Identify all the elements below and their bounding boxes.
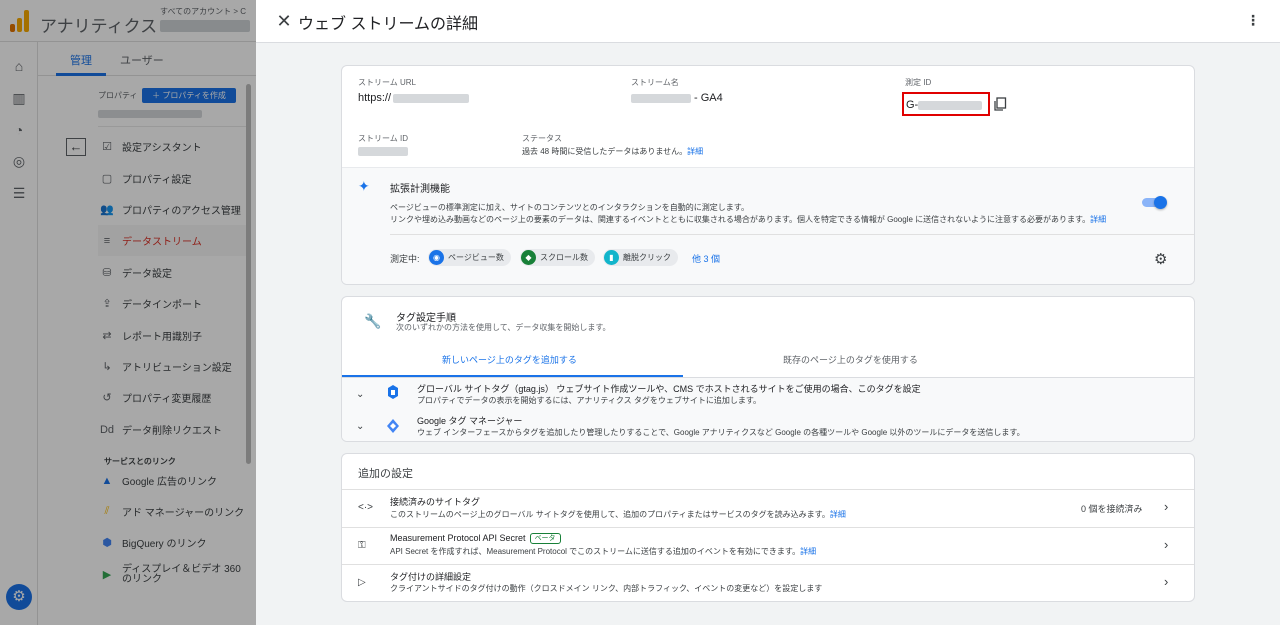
row-desc: クライアントサイドのタグ付けの動作（クロスドメイン リンク、内部トラフィック、イ… — [390, 584, 823, 593]
chevron-right-icon[interactable]: › — [1164, 537, 1168, 552]
chip-page-views: ◉ ページビュー数 — [428, 249, 511, 266]
gtm-option-title[interactable]: Google タグ マネージャー — [417, 414, 522, 427]
lock-icon: ▮ — [604, 250, 619, 265]
divider — [342, 489, 1194, 490]
panel-header: ✕ ウェブ ストリームの詳細 ⋮ — [256, 0, 1280, 43]
page-title: ウェブ ストリームの詳細 — [298, 16, 478, 33]
row-title: タグ付けの詳細設定 — [390, 572, 472, 582]
chip-scrolls: ◆ スクロール数 — [520, 249, 595, 266]
row-title: 接続済みのサイトタグ — [390, 497, 481, 507]
enhanced-measurement-toggle[interactable] — [1142, 196, 1168, 209]
chip-outbound-clicks: ▮ 離脱クリック — [603, 249, 678, 266]
measuring-label: 測定中: — [390, 254, 420, 264]
wrench-icon: 🔧 — [364, 313, 382, 329]
row-title: Measurement Protocol API Secret ベータ — [390, 533, 561, 545]
stream-name-value: - GA4 — [631, 92, 723, 104]
stream-url-label: ストリーム URL — [358, 78, 416, 87]
measurement-id-label: 測定 ID — [905, 78, 932, 87]
tab-use-existing-tag[interactable]: 既存のページ上のタグを使用する — [783, 353, 918, 366]
more-vert-icon[interactable]: ⋮ — [1244, 12, 1262, 30]
row-desc: API Secret を作成すれば、Measurement Protocol で… — [390, 547, 817, 556]
sparkle-icon: ✦ — [358, 178, 370, 194]
stream-id-value[interactable] — [358, 145, 408, 157]
toggle-knob — [1154, 196, 1167, 209]
url-redacted — [393, 93, 470, 103]
detail-link[interactable]: 詳細 — [800, 547, 816, 556]
enhanced-detail-link[interactable]: 詳細 — [1090, 215, 1106, 224]
tagging-subtitle: 次のいずれかの方法を使用して、データ収集を開始します。 — [396, 323, 611, 332]
chevron-down-icon[interactable]: ⌄ — [356, 389, 364, 400]
enhanced-measurement-title: 拡張計測機能 — [390, 184, 450, 195]
tag-manager-icon — [387, 419, 399, 433]
divider — [342, 564, 1194, 565]
status-value: 過去 48 時間に受信したデータはありません。詳細 — [522, 147, 704, 156]
code-icon: <·> — [358, 502, 374, 513]
measurement-id-value[interactable]: G- — [906, 99, 983, 111]
tag-options: ⌄ グローバル サイトタグ（gtag.js） ウェブサイト作成ツールや、CMS … — [342, 378, 1194, 441]
eye-icon: ◉ — [429, 250, 444, 265]
web-stream-details-panel: ✕ ウェブ ストリームの詳細 ⋮ ストリーム URL https:// ストリー… — [256, 0, 1280, 625]
gear-icon[interactable]: ⚙ — [1154, 250, 1167, 268]
enhanced-measurement-section: ✦ 拡張計測機能 ページビューの標準測定に加え、サイトのコンテンツとのインタラク… — [342, 167, 1194, 284]
additional-settings-card: 追加の設定 <·> 接続済みのサイトタグ このストリームのページ上のグローバル … — [341, 453, 1195, 602]
beta-badge: ベータ — [529, 533, 561, 545]
gtag-option-desc: プロパティでデータの表示を開始するには、アナリティクス タグをウェブサイトに追加… — [417, 396, 762, 405]
stream-url-value[interactable]: https:// — [358, 92, 470, 104]
gtm-option-desc: ウェブ インターフェースからタグを追加したり管理したりすることで、Google … — [417, 428, 1025, 437]
detail-link[interactable]: 詳細 — [830, 510, 846, 519]
measurement-id-redacted — [918, 100, 983, 110]
tagging-instructions-card: 🔧 タグ設定手順 次のいずれかの方法を使用して、データ収集を開始します。 新しい… — [341, 296, 1195, 442]
row-desc: このストリームのページ上のグローバル サイトタグを使用して、追加のプロパティまた… — [390, 510, 846, 519]
chevron-down-icon[interactable]: ⌄ — [356, 421, 364, 432]
divider — [342, 527, 1194, 528]
stream-details-card: ストリーム URL https:// ストリーム名 - GA4 測定 ID G-… — [341, 65, 1195, 285]
more-events-link[interactable]: 他 3 個 — [692, 252, 720, 265]
stream-id-redacted — [358, 146, 408, 156]
tab-add-new-tag[interactable]: 新しいページ上のタグを追加する — [442, 353, 577, 366]
stream-name-label: ストリーム名 — [631, 78, 679, 87]
divider — [390, 234, 1194, 235]
chevron-right-icon[interactable]: › — [1164, 574, 1168, 589]
additional-settings-title: 追加の設定 — [358, 468, 413, 480]
status-detail-link[interactable]: 詳細 — [687, 147, 703, 156]
scroll-icon: ◆ — [521, 250, 536, 265]
close-icon[interactable]: ✕ — [274, 10, 294, 32]
status-label: ステータス — [522, 134, 562, 143]
stream-name-redacted — [631, 93, 691, 103]
key-icon: ⚿ — [358, 540, 366, 551]
chevron-right-icon[interactable]: › — [1164, 499, 1168, 514]
gtag-icon — [388, 385, 398, 399]
gtag-option-title[interactable]: グローバル サイトタグ（gtag.js） ウェブサイト作成ツールや、CMS でホ… — [417, 382, 921, 395]
modal-overlay[interactable] — [0, 0, 256, 625]
stream-id-label: ストリーム ID — [358, 134, 408, 143]
connected-count: 0 個を接続済み — [1081, 504, 1143, 514]
enhanced-measurement-description: ページビューの標準測定に加え、サイトのコンテンツとのインタラクションを自動的に測… — [390, 203, 1107, 224]
copy-icon[interactable] — [993, 97, 1007, 111]
label-tag-icon: ▷ — [358, 577, 366, 588]
